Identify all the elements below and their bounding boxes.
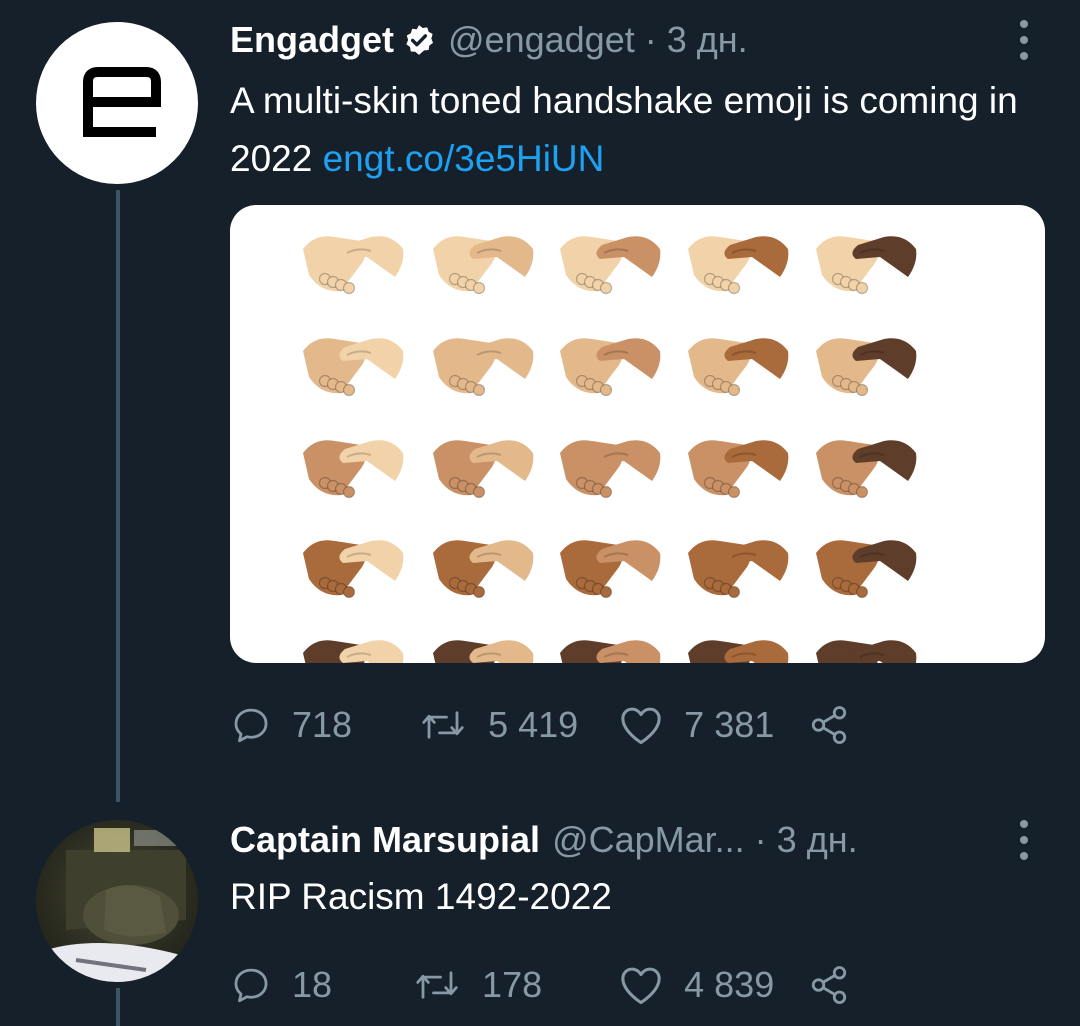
handshake-emoji [303,540,404,599]
handshake-emoji [560,640,661,663]
display-name[interactable]: Engadget [230,16,394,64]
tweet-actions: 18 178 4 839 [230,960,850,1010]
like-button[interactable]: 7 381 [618,704,774,746]
more-options-icon[interactable] [1018,820,1030,860]
handshake-emoji [560,540,661,599]
retweet-icon [416,971,458,999]
reply-button[interactable]: 18 [230,964,332,1006]
retweet-count: 178 [482,964,543,1005]
like-icon [621,967,661,1005]
avatar-engadget[interactable] [36,22,198,184]
handshake-emoji [433,236,534,295]
handshake-emoji [816,440,917,499]
like-count: 7 381 [684,704,775,745]
engadget-logo-icon [83,67,161,137]
handshake-emoji [303,338,404,397]
handshake-emoji [816,236,917,295]
tweet-actions: 718 5 419 7 381 [230,700,850,750]
display-name[interactable]: Captain Marsupial [230,816,540,864]
handshake-emoji [433,440,534,499]
retweet-button[interactable]: 5 419 [418,704,578,746]
handshake-emoji [688,440,789,499]
reply-icon [234,708,268,743]
tweet-header: Captain Marsupial @CapMar... · 3 дн. [230,816,858,864]
separator: · [644,19,657,60]
handshake-emoji [433,640,534,663]
like-button[interactable]: 4 839 [618,964,774,1006]
reply-count: 18 [292,964,333,1005]
tweet-link[interactable]: engt.co/3e5HiUN [323,138,605,179]
handle[interactable]: @engadget [448,16,635,64]
handshake-emoji [560,338,661,397]
handshake-emoji [688,640,789,663]
share-icon [812,966,847,1004]
handshake-emoji [816,640,917,663]
retweet-icon [422,711,464,739]
share-button[interactable] [808,964,850,1006]
reply-icon [234,968,268,1003]
handshake-emoji [688,236,789,295]
like-icon [621,707,661,745]
handshake-emoji [560,440,661,499]
retweet-button[interactable]: 178 [412,964,542,1006]
verified-badge-icon [402,23,436,57]
like-count: 4 839 [684,964,775,1005]
tweet-body: RIP Racism 1492-2022 [230,876,612,917]
handshake-emoji [303,440,404,499]
tweet-header: Engadget @engadget · 3 дн. [230,16,748,64]
handle[interactable]: @CapMar... [552,816,745,864]
tweet-captain-marsupial[interactable]: Captain Marsupial @CapMar... · 3 дн. RIP… [0,800,1080,1026]
tweet-thread: Engadget @engadget · 3 дн. A multi-skin … [0,0,1080,1026]
handshake-emoji [688,338,789,397]
share-icon [812,706,847,744]
handshake-emoji [303,640,404,663]
timestamp[interactable]: 3 дн. [667,16,748,64]
handshake-emoji-grid [303,236,917,663]
handshake-emoji [816,540,917,599]
separator: · [754,819,767,860]
tweet-text: RIP Racism 1492-2022 [230,868,1030,926]
handshake-emoji [688,540,789,599]
handshake-emoji [433,338,534,397]
handshake-emoji [560,236,661,295]
avatar-captain-marsupial[interactable] [36,820,198,982]
handshake-emoji [433,540,534,599]
tweet-text: A multi-skin toned handshake emoji is co… [230,72,1030,188]
tweet-media[interactable] [230,205,1045,663]
handshake-emoji [303,236,404,295]
tweet-engadget[interactable]: Engadget @engadget · 3 дн. A multi-skin … [0,0,1080,800]
timestamp[interactable]: 3 дн. [777,816,858,864]
more-options-icon[interactable] [1018,20,1030,60]
handshake-emoji [816,338,917,397]
retweet-count: 5 419 [488,704,579,745]
user-photo-icon [36,828,198,982]
reply-count: 718 [292,704,353,745]
share-button[interactable] [808,704,850,746]
reply-button[interactable]: 718 [230,704,352,746]
